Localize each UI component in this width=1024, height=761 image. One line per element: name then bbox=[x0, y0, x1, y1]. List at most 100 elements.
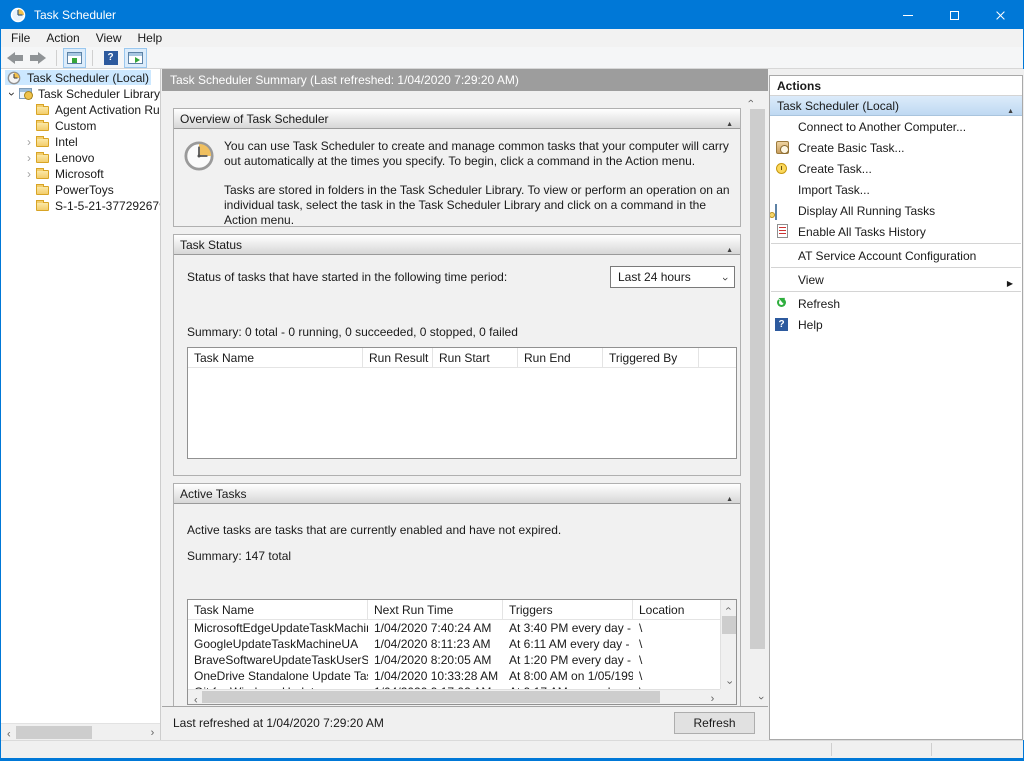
scroll-right-icon[interactable] bbox=[145, 725, 160, 740]
overview-section-header[interactable]: Overview of Task Scheduler bbox=[174, 109, 740, 129]
next-run-cell: 1/04/2020 7:40:24 AM bbox=[368, 620, 503, 636]
column-header-triggers[interactable]: Triggers bbox=[503, 600, 633, 619]
action-label: Import Task... bbox=[798, 183, 870, 197]
table-row[interactable]: GoogleUpdateTaskMachineUA 1/04/2020 8:11… bbox=[188, 636, 720, 652]
triggers-cell: At 6:11 AM every day - ... bbox=[503, 636, 633, 652]
tree-item-label: Microsoft bbox=[54, 167, 104, 181]
scrollbar-thumb[interactable] bbox=[750, 109, 765, 649]
help-toolbar-button[interactable] bbox=[99, 48, 122, 68]
show-action-pane-button[interactable] bbox=[124, 48, 147, 68]
location-cell: \ bbox=[633, 620, 720, 636]
menu-bar: File Action View Help bbox=[1, 29, 1023, 47]
action-display-all-running-tasks[interactable]: Display All Running Tasks bbox=[770, 200, 1022, 221]
close-button[interactable] bbox=[977, 1, 1023, 29]
create-task-icon bbox=[775, 161, 791, 177]
chevron-collapsed-icon[interactable] bbox=[23, 168, 35, 180]
active-tasks-section-header[interactable]: Active Tasks bbox=[174, 484, 740, 504]
status-bar bbox=[1, 740, 1023, 758]
table-row[interactable]: MicrosoftEdgeUpdateTaskMachine... 1/04/2… bbox=[188, 620, 720, 636]
scroll-up-icon[interactable] bbox=[721, 600, 736, 615]
scroll-left-icon[interactable] bbox=[188, 691, 203, 705]
action-create-basic-task[interactable]: Create Basic Task... bbox=[770, 137, 1022, 158]
chevron-expanded-icon[interactable] bbox=[6, 88, 18, 100]
maximize-button[interactable] bbox=[931, 1, 977, 29]
tree-item-powertoys[interactable]: PowerToys bbox=[1, 181, 160, 197]
column-header-run-end[interactable]: Run End bbox=[518, 348, 603, 367]
triggers-cell: At 3:40 PM every day - A... bbox=[503, 620, 633, 636]
scroll-left-icon[interactable] bbox=[1, 725, 16, 740]
task-name-cell: BraveSoftwareUpdateTaskUserS-1-... bbox=[188, 652, 368, 668]
summary-vertical-scrollbar[interactable] bbox=[749, 92, 766, 705]
tree-item-task-scheduler-local[interactable]: Task Scheduler (Local) bbox=[1, 69, 160, 85]
back-arrow-icon[interactable] bbox=[7, 52, 24, 64]
clock-icon bbox=[7, 71, 23, 85]
next-run-cell: 1/04/2020 8:11:23 AM bbox=[368, 636, 503, 652]
table-row[interactable]: BraveSoftwareUpdateTaskUserS-1-... 1/04/… bbox=[188, 652, 720, 668]
column-header-empty bbox=[699, 348, 736, 367]
column-header-task-name[interactable]: Task Name bbox=[188, 600, 368, 619]
collapse-arrow-icon[interactable] bbox=[1007, 102, 1014, 116]
tree-item-label: Agent Activation Runt bbox=[54, 103, 160, 117]
action-enable-all-tasks-history[interactable]: Enable All Tasks History bbox=[770, 221, 1022, 242]
column-header-run-result[interactable]: Run Result bbox=[363, 348, 433, 367]
separator bbox=[771, 267, 1021, 268]
active-tasks-table: Task Name Next Run Time Triggers Locatio… bbox=[187, 599, 737, 705]
collapse-arrow-icon[interactable] bbox=[726, 241, 733, 255]
icon-placeholder bbox=[775, 272, 791, 288]
scroll-up-icon[interactable] bbox=[749, 93, 753, 107]
active-tasks-horizontal-scrollbar[interactable] bbox=[188, 689, 720, 704]
tree-item-agent-activation[interactable]: Agent Activation Runt bbox=[1, 101, 160, 117]
action-view[interactable]: View bbox=[770, 269, 1022, 290]
menu-file[interactable]: File bbox=[3, 29, 38, 47]
scrollbar-corner bbox=[720, 689, 736, 704]
tree-item-intel[interactable]: Intel bbox=[1, 133, 160, 149]
action-at-service-account-configuration[interactable]: AT Service Account Configuration bbox=[770, 245, 1022, 266]
action-label: AT Service Account Configuration bbox=[798, 249, 976, 263]
tree-item-custom[interactable]: Custom bbox=[1, 117, 160, 133]
collapse-arrow-icon[interactable] bbox=[726, 115, 733, 129]
tree-item-label: S-1-5-21-3772926790- bbox=[54, 199, 160, 213]
column-header-next-run-time[interactable]: Next Run Time bbox=[368, 600, 503, 619]
action-import-task[interactable]: Import Task... bbox=[770, 179, 1022, 200]
time-period-dropdown[interactable]: Last 24 hours bbox=[610, 266, 735, 288]
action-help[interactable]: Help bbox=[770, 314, 1022, 335]
action-refresh[interactable]: Refresh bbox=[770, 293, 1022, 314]
minimize-button[interactable] bbox=[885, 1, 931, 29]
menu-view[interactable]: View bbox=[88, 29, 130, 47]
tree-item-microsoft[interactable]: Microsoft bbox=[1, 165, 160, 181]
scroll-down-icon[interactable] bbox=[721, 674, 736, 689]
table-row[interactable]: OneDrive Standalone Update Task-... 1/04… bbox=[188, 668, 720, 684]
summary-body: Overview of Task Scheduler You can use T… bbox=[162, 91, 768, 706]
tree-item-lenovo[interactable]: Lenovo bbox=[1, 149, 160, 165]
scroll-right-icon[interactable] bbox=[705, 691, 720, 705]
active-tasks-vertical-scrollbar[interactable] bbox=[720, 600, 736, 689]
chevron-collapsed-icon[interactable] bbox=[23, 136, 35, 148]
chevron-placeholder bbox=[23, 120, 35, 132]
column-header-location[interactable]: Location bbox=[633, 600, 720, 619]
tree-item-sid[interactable]: S-1-5-21-3772926790- bbox=[1, 197, 160, 213]
tree-item-task-scheduler-library[interactable]: Task Scheduler Library bbox=[1, 85, 160, 101]
menu-action[interactable]: Action bbox=[38, 29, 87, 47]
show-console-tree-button[interactable] bbox=[63, 48, 86, 68]
menu-help[interactable]: Help bbox=[130, 29, 171, 47]
forward-arrow-icon[interactable] bbox=[29, 52, 46, 64]
actions-group-header[interactable]: Task Scheduler (Local) bbox=[770, 96, 1022, 116]
task-name-cell: GoogleUpdateTaskMachineUA bbox=[188, 636, 368, 652]
chevron-collapsed-icon[interactable] bbox=[23, 152, 35, 164]
task-status-section-header[interactable]: Task Status bbox=[174, 235, 740, 255]
column-header-run-start[interactable]: Run Start bbox=[433, 348, 518, 367]
overview-paragraph-1: You can use Task Scheduler to create and… bbox=[224, 139, 730, 169]
action-connect-to-another-computer[interactable]: Connect to Another Computer... bbox=[770, 116, 1022, 137]
tree-horizontal-scrollbar[interactable] bbox=[1, 723, 160, 740]
scrollbar-thumb[interactable] bbox=[722, 616, 736, 634]
action-create-task[interactable]: Create Task... bbox=[770, 158, 1022, 179]
scroll-down-icon[interactable] bbox=[753, 689, 768, 705]
scrollbar-thumb[interactable] bbox=[202, 691, 660, 703]
close-icon bbox=[995, 10, 1006, 21]
column-header-task-name[interactable]: Task Name bbox=[188, 348, 363, 367]
library-icon bbox=[18, 87, 34, 101]
collapse-arrow-icon[interactable] bbox=[726, 490, 733, 504]
refresh-button[interactable]: Refresh bbox=[674, 712, 755, 734]
column-header-triggered-by[interactable]: Triggered By bbox=[603, 348, 699, 367]
scrollbar-thumb[interactable] bbox=[16, 726, 92, 739]
